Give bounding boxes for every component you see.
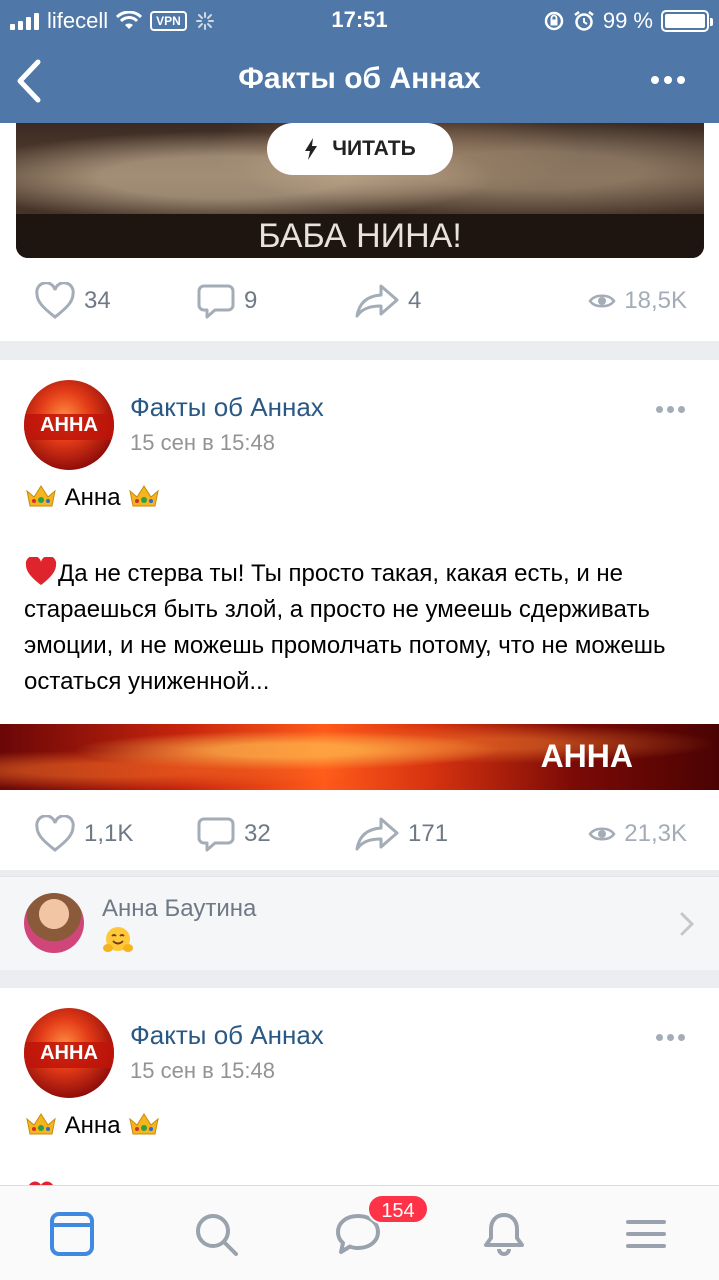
share-count: 171 (408, 820, 449, 847)
avatar-label: АННА (40, 1041, 98, 1064)
crown-emoji-icon (129, 1113, 159, 1135)
chevron-right-icon (680, 912, 695, 936)
community-avatar[interactable]: АННА (24, 1008, 114, 1098)
post-date: 15 сен в 15:48 (130, 430, 275, 455)
post-author[interactable]: Факты об Аннах (130, 1020, 324, 1051)
like-button[interactable]: 34 (34, 271, 111, 331)
post-date: 15 сен в 15:48 (130, 1058, 275, 1083)
app-screen: lifecell VPN 17:51 99 % Факты об Аннах Б… (0, 0, 719, 1280)
like-count: 34 (84, 287, 111, 314)
heart-icon (35, 282, 75, 319)
post-card: БАБА НИНА! ЧИТАТЬ 34 9 4 18,5K (0, 123, 719, 341)
post-image-banner[interactable]: АННА (0, 724, 719, 790)
commenter-avatar[interactable] (24, 893, 84, 953)
like-button[interactable]: 1,1K (34, 804, 133, 864)
tab-news-icon[interactable] (48, 1210, 96, 1258)
crown-emoji-icon (26, 485, 56, 507)
views-count: 18,5K (624, 287, 687, 314)
read-button-label: ЧИТАТЬ (332, 137, 416, 160)
status-bar: lifecell VPN 17:51 99 % (0, 0, 719, 40)
banner-caption: БАБА НИНА! (16, 214, 704, 258)
alarm-icon (574, 11, 594, 31)
post-heading-text: Анна (64, 484, 121, 511)
comment-count: 32 (244, 820, 271, 847)
page-title: Факты об Аннах (238, 62, 481, 95)
community-avatar[interactable]: АННА (24, 380, 114, 470)
share-icon (355, 284, 399, 318)
post-menu-button[interactable] (656, 406, 685, 413)
share-icon (355, 817, 399, 851)
commenter-name[interactable]: Анна Баутина (102, 895, 256, 923)
views-counter: 18,5K (588, 271, 687, 331)
comment-count: 9 (244, 287, 258, 314)
post-heading: Анна (24, 480, 704, 516)
tab-bar: 154 (0, 1185, 719, 1280)
avatar-label: АННА (40, 413, 98, 436)
tab-menu-icon[interactable] (622, 1210, 670, 1258)
hugging-face-emoji-icon (103, 927, 133, 952)
post-body: Да не стерва ты! Ты просто такая, какая … (24, 556, 704, 700)
more-options-button[interactable] (651, 76, 685, 84)
red-heart-emoji-icon (25, 557, 57, 585)
eye-icon (588, 294, 616, 308)
read-button[interactable]: ЧИТАТЬ (267, 123, 453, 175)
heart-icon (35, 815, 75, 852)
comment-preview[interactable]: Анна Баутина (0, 876, 719, 970)
post-actions: 1,1K 32 171 21,3K (0, 804, 719, 864)
crown-emoji-icon (26, 1113, 56, 1135)
post-heading-text: Анна (64, 1112, 121, 1139)
messages-badge: 154 (367, 1194, 429, 1224)
post-actions: 34 9 4 18,5K (0, 271, 719, 331)
nav-bar: Факты об Аннах (0, 40, 719, 123)
tab-notifications-icon[interactable] (480, 1210, 528, 1258)
comment-button[interactable]: 9 (196, 271, 257, 331)
post-body-text: Да не стерва ты! Ты просто такая, какая … (24, 560, 666, 695)
views-count: 21,3K (624, 820, 687, 847)
views-counter: 21,3K (588, 804, 687, 864)
eye-icon (588, 827, 616, 841)
post-card: АННА Факты об Аннах 15 сен в 15:48 Анна … (0, 360, 719, 870)
battery-percent: 99 % (602, 8, 653, 33)
crown-emoji-icon (129, 485, 159, 507)
comment-button[interactable]: 32 (196, 804, 271, 864)
lightning-icon (305, 138, 318, 160)
post-author[interactable]: Факты об Аннах (130, 392, 324, 423)
share-button[interactable]: 4 (354, 271, 421, 331)
battery-icon (661, 10, 713, 32)
comment-icon (197, 284, 235, 319)
tab-search-icon[interactable] (192, 1210, 240, 1258)
post-heading: Анна (24, 1108, 704, 1144)
post-menu-button[interactable] (656, 1034, 685, 1041)
header: lifecell VPN 17:51 99 % Факты об Аннах (0, 0, 719, 123)
comment-icon (197, 817, 235, 852)
banner-label: АННА (540, 738, 633, 774)
rotation-lock-icon (544, 11, 564, 31)
like-count: 1,1K (84, 820, 134, 847)
share-count: 4 (408, 287, 422, 314)
share-button[interactable]: 171 (354, 804, 448, 864)
